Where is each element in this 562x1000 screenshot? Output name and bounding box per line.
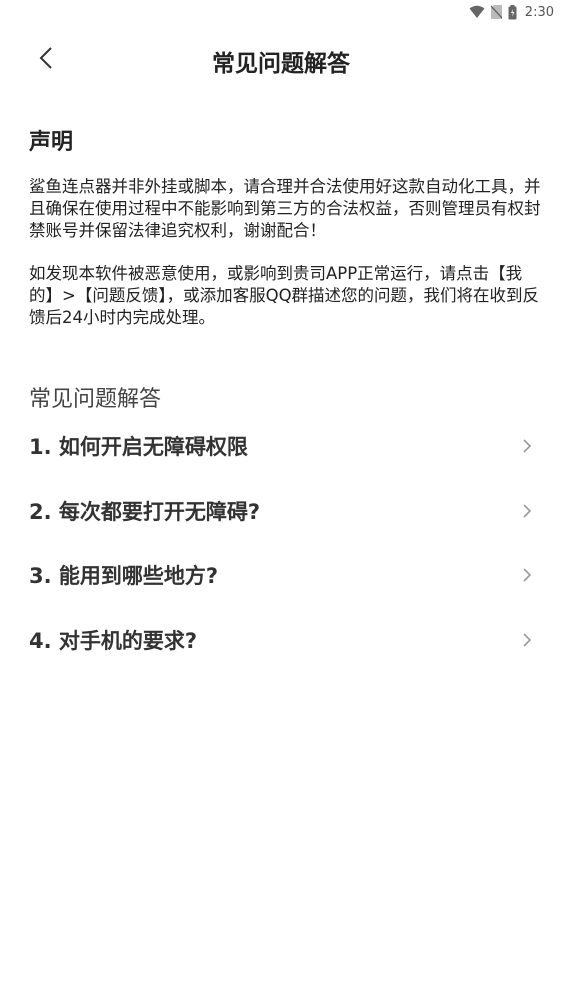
- faq-item-label: 4. 对手机的要求?: [29, 628, 198, 653]
- faq-heading: 常见问题解答: [29, 387, 162, 412]
- faq-item-open-every-time[interactable]: 2. 每次都要打开无障碍?: [0, 479, 562, 544]
- chevron-right-icon: [522, 437, 534, 455]
- faq-list: 1. 如何开启无障碍权限 2. 每次都要打开无障碍? 3. 能用到哪些地方? 4…: [0, 414, 562, 672]
- statement-paragraph-2: 如发现本软件被恶意使用，或影响到贵司APP正常运行，请点击【我的】>【问题反馈】…: [29, 264, 540, 327]
- page-title: 常见问题解答: [212, 51, 350, 77]
- chevron-right-icon: [522, 631, 534, 649]
- faq-item-where-to-use[interactable]: 3. 能用到哪些地方?: [0, 543, 562, 608]
- no-sim-icon: [490, 5, 502, 19]
- title-bar: 常见问题解答: [0, 36, 562, 84]
- wifi-icon: [469, 5, 485, 19]
- battery-icon: [508, 4, 517, 20]
- statement-paragraph-1: 鲨鱼连点器并非外挂或脚本，请合理并合法使用好这款自动化工具，并且确保在使用过程中…: [29, 177, 541, 240]
- status-time: 2:30: [524, 4, 554, 20]
- statement-heading: 声明: [29, 130, 74, 155]
- faq-item-label: 3. 能用到哪些地方?: [29, 564, 219, 589]
- chevron-right-icon: [522, 566, 534, 584]
- faq-item-accessibility-permission[interactable]: 1. 如何开启无障碍权限: [0, 414, 562, 479]
- faq-item-phone-requirements[interactable]: 4. 对手机的要求?: [0, 608, 562, 673]
- chevron-right-icon: [522, 502, 534, 520]
- faq-item-label: 1. 如何开启无障碍权限: [29, 435, 248, 460]
- faq-item-label: 2. 每次都要打开无障碍?: [29, 499, 261, 524]
- status-bar: 2:30: [0, 0, 562, 24]
